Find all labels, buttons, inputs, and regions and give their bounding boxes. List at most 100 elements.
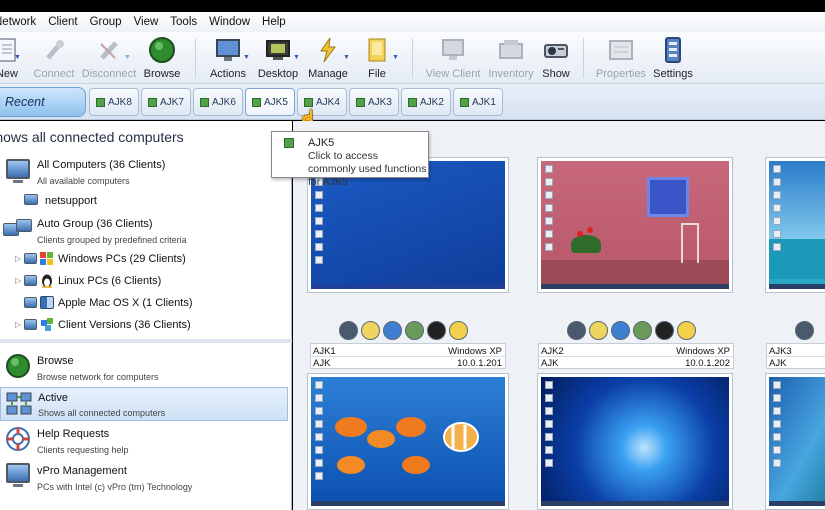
dropdown-arrow-icon: ▼ [124,54,131,61]
tab-client[interactable]: AJK8 [89,88,139,116]
expand-arrow-icon[interactable]: ▷ [15,254,21,263]
desktop-preview [769,161,825,289]
tree-item-windows-pcs[interactable]: ▷ Windows PCs (29 Clients) [0,250,290,270]
tree-item-active[interactable]: Active Shows all connected computers [0,387,288,421]
tab-client[interactable]: AJK7 [141,88,191,116]
file-action-icon[interactable] [361,321,380,340]
settings-server-icon [665,37,681,63]
tree-item-title: Help Requests [37,428,110,440]
section-divider [0,339,292,343]
tree-item-title: Browse [37,355,74,367]
tree-item-vpro-management[interactable]: vPro Management PCs with Intel (c) vPro … [0,460,290,494]
tree-item-netsupport[interactable]: netsupport [0,192,290,210]
tab-client[interactable]: AJK1 [453,88,503,116]
properties-label: Properties [595,68,647,80]
command-prompt-action-icon[interactable] [427,321,446,340]
mac-finder-icon [40,296,54,309]
page-title-text: Shows all connected computers [0,129,184,145]
taskbar [541,284,729,289]
computer-icon [24,194,38,205]
show-projector-icon [544,44,568,58]
browse-label: Browse [143,68,181,80]
desktop-icons [315,381,325,485]
desktop-action-icon[interactable] [405,321,424,340]
expand-arrow-icon[interactable]: ▷ [15,276,21,285]
flower [577,231,583,237]
tab-client[interactable]: AJK5 [245,88,295,116]
client-thumbnail[interactable] [307,373,509,510]
client-monitor-icon [252,98,261,107]
tab-label: AJK8 [108,97,132,108]
computers-icon-base [13,180,23,183]
new-button[interactable]: ▼ New [0,34,28,82]
message-action-icon[interactable] [677,321,696,340]
connect-button[interactable]: Connect [32,34,76,82]
tab-recent-label: Recent [5,95,45,109]
manage-button[interactable]: ▼ Manage [306,34,350,82]
settings-button[interactable]: Settings [650,34,696,82]
tree-item-title: Linux PCs (6 Clients) [58,275,162,287]
tree-item-linux-pcs[interactable]: ▷ Linux PCs (6 Clients) [0,272,290,292]
tree-item-subtitle: PCs with Intel (c) vPro (tm) Technology [37,482,193,492]
tree-item-auto-group[interactable]: Auto Group (36 Clients) Clients grouped … [0,215,290,249]
client-thumbnail[interactable] [765,157,825,293]
tooltip-title: AJK5 [308,137,335,149]
active-connections-icon [6,392,32,415]
tab-client[interactable]: AJK6 [193,88,243,116]
menu-tools[interactable]: Tools [164,16,203,28]
tab-recent[interactable]: Recent [0,87,86,117]
toolbar-separator [412,38,413,78]
tree-item-browse[interactable]: Browse Browse network for computers [0,350,290,384]
browse-button[interactable]: Browse [141,34,183,82]
desktop-action-icon[interactable] [633,321,652,340]
expand-arrow-icon[interactable]: ▷ [15,320,21,329]
tree-item-all-computers[interactable]: All Computers (36 Clients) All available… [0,156,290,190]
view-action-icon[interactable] [795,321,814,340]
client-thumbnail[interactable] [537,157,733,293]
tab-label: AJK3 [368,97,392,108]
toolbar-separator [195,38,196,78]
info-divider [539,356,733,357]
view-action-icon[interactable] [339,321,358,340]
command-prompt-action-icon[interactable] [655,321,674,340]
menu-client[interactable]: Client [42,16,83,28]
menu-help[interactable]: Help [256,16,292,28]
actions-monitor-icon [216,39,240,61]
actions-button[interactable]: ▼ Actions [206,34,250,82]
tree-item-help-requests[interactable]: Help Requests Clients requesting help [0,423,290,457]
show-button[interactable]: Show [538,34,574,82]
inventory-button[interactable]: Inventory [486,34,536,82]
properties-button[interactable]: Properties [594,34,648,82]
menu-group[interactable]: Group [84,16,128,28]
view-action-icon[interactable] [567,321,586,340]
view-client-button[interactable]: View Client [424,34,482,82]
chair [681,223,699,263]
file-action-icon[interactable] [589,321,608,340]
tab-client[interactable]: AJK3 [349,88,399,116]
menu-view[interactable]: View [128,16,165,28]
wall-base [541,260,729,284]
taskbar [311,501,505,506]
message-action-icon[interactable] [449,321,468,340]
menu-network[interactable]: Network [0,16,42,28]
taskbar [769,501,825,506]
info-divider [311,356,505,357]
file-button[interactable]: ▼ File [356,34,399,82]
disconnect-button[interactable]: ▼ Disconnect [80,34,138,82]
tree-item-subtitle: Shows all connected computers [38,408,166,418]
tree-item-client-versions[interactable]: ▷ Client Versions (36 Clients) [0,316,290,336]
chat-users-action-icon[interactable] [383,321,402,340]
dropdown-arrow-icon: ▼ [343,54,350,61]
desktop-button[interactable]: ▼ Desktop [256,34,300,82]
tree-item-apple-mac[interactable]: Apple Mac OS X (1 Clients) [0,294,290,314]
chat-users-action-icon[interactable] [611,321,630,340]
client-thumbnail[interactable] [537,373,733,510]
tab-client[interactable]: AJK2 [401,88,451,116]
client-thumbnail[interactable] [765,373,825,510]
client-ip: 10.0.1.202 [685,358,730,369]
client-monitor-icon [148,98,157,107]
menu-window[interactable]: Window [203,16,256,28]
manage-lightning-icon [320,37,336,63]
taskbar [769,284,825,289]
computer-icon [24,275,37,286]
